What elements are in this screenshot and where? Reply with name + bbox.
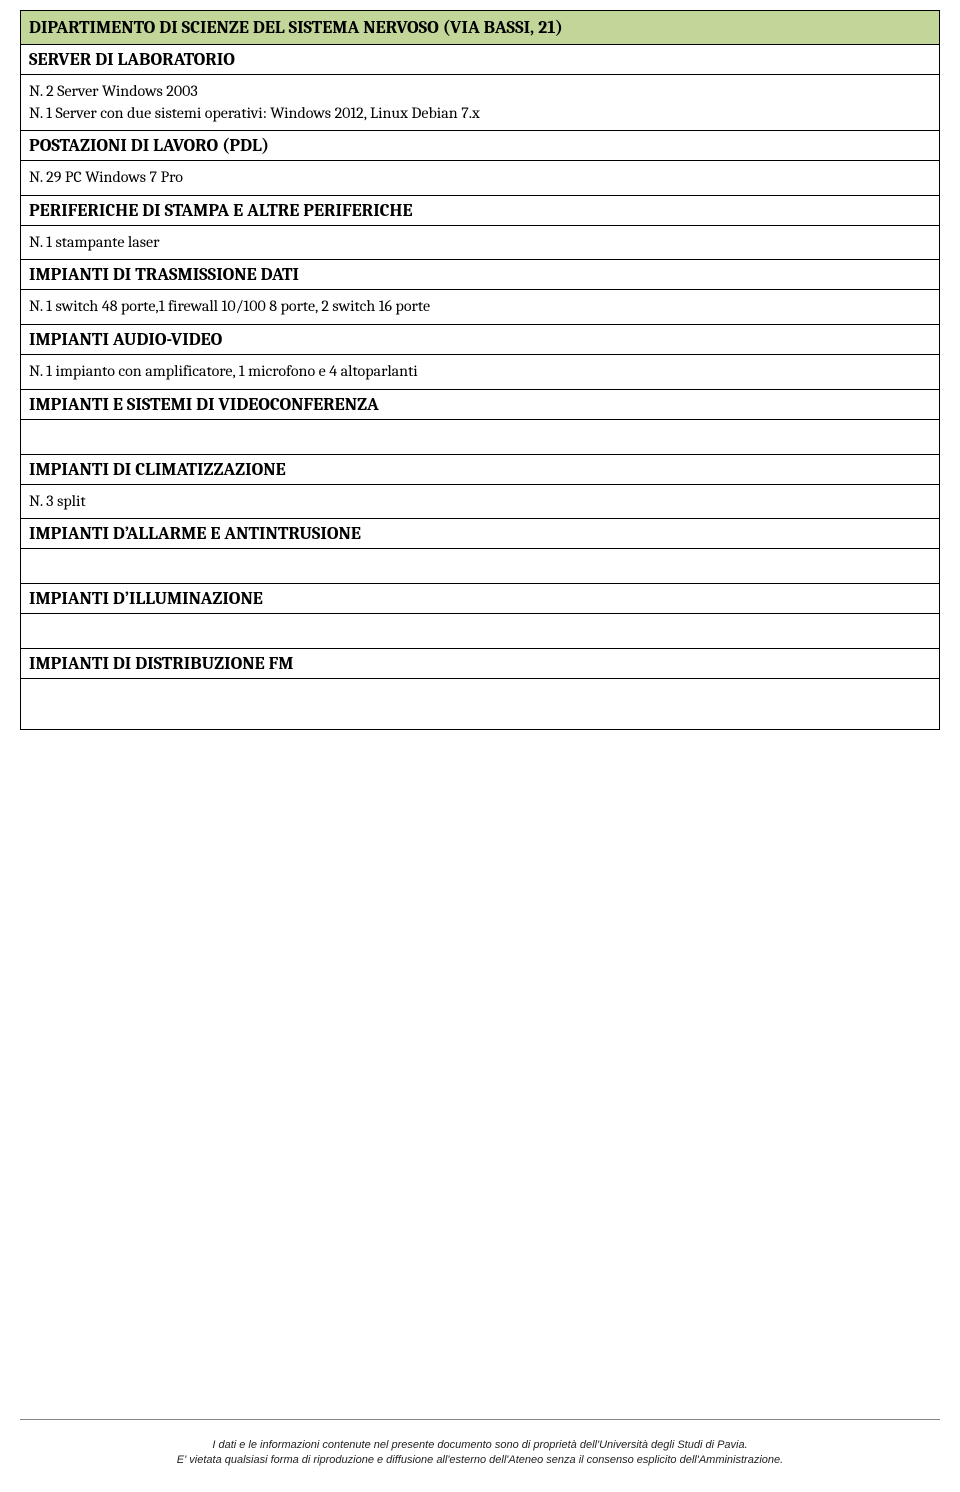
section-header-row: IMPIANTI DI DISTRIBUZIONE FM — [21, 648, 939, 678]
illuminazione-header: IMPIANTI D’ILLUMINAZIONE — [21, 584, 939, 613]
trasmissione-line1: N. 1 switch 48 porte,1 firewall 10/100 8… — [29, 296, 931, 318]
section-content-row: N. 29 PC Windows 7 Pro — [21, 160, 939, 195]
audiovideo-header: IMPIANTI AUDIO-VIDEO — [21, 325, 939, 354]
audiovideo-content: N. 1 impianto con amplificatore, 1 micro… — [21, 355, 939, 389]
section-header-row: IMPIANTI DI CLIMATIZZAZIONE — [21, 454, 939, 484]
section-header-row: SERVER DI LABORATORIO — [21, 44, 939, 74]
footer-divider — [20, 1419, 940, 1420]
clima-header: IMPIANTI DI CLIMATIZZAZIONE — [21, 455, 939, 484]
periferiche-content: N. 1 stampante laser — [21, 226, 939, 260]
section-header-row: POSTAZIONI DI LAVORO (PDL) — [21, 130, 939, 160]
videoconf-content — [21, 420, 939, 454]
trasmissione-content: N. 1 switch 48 porte,1 firewall 10/100 8… — [21, 290, 939, 324]
title-row: DIPARTIMENTO DI SCIENZE DEL SISTEMA NERV… — [21, 11, 939, 44]
audiovideo-line1: N. 1 impianto con amplificatore, 1 micro… — [29, 361, 931, 383]
server-lab-header: SERVER DI LABORATORIO — [21, 45, 939, 74]
section-content-row — [21, 678, 939, 729]
pdl-content: N. 29 PC Windows 7 Pro — [21, 161, 939, 195]
document-table: DIPARTIMENTO DI SCIENZE DEL SISTEMA NERV… — [20, 10, 940, 730]
section-content-row: N. 1 switch 48 porte,1 firewall 10/100 8… — [21, 289, 939, 324]
section-content-row: N. 2 Server Windows 2003 N. 1 Server con… — [21, 74, 939, 130]
section-header-row: IMPIANTI D’ALLARME E ANTINTRUSIONE — [21, 518, 939, 548]
server-lab-content: N. 2 Server Windows 2003 N. 1 Server con… — [21, 75, 939, 130]
section-header-row: IMPIANTI E SISTEMI DI VIDEOCONFERENZA — [21, 389, 939, 419]
periferiche-line1: N. 1 stampante laser — [29, 232, 931, 254]
fm-header: IMPIANTI DI DISTRIBUZIONE FM — [21, 649, 939, 678]
section-content-row — [21, 548, 939, 583]
footer-text: I dati e le informazioni contenute nel p… — [20, 1438, 940, 1468]
trasmissione-header: IMPIANTI DI TRASMISSIONE DATI — [21, 260, 939, 289]
section-content-row: N. 1 impianto con amplificatore, 1 micro… — [21, 354, 939, 389]
section-content-row: N. 3 split — [21, 484, 939, 519]
document-title: DIPARTIMENTO DI SCIENZE DEL SISTEMA NERV… — [21, 11, 939, 44]
document-page: DIPARTIMENTO DI SCIENZE DEL SISTEMA NERV… — [0, 0, 960, 1492]
footer-line1: I dati e le informazioni contenute nel p… — [20, 1438, 940, 1453]
clima-content: N. 3 split — [21, 485, 939, 519]
pdl-header: POSTAZIONI DI LAVORO (PDL) — [21, 131, 939, 160]
section-content-row: N. 1 stampante laser — [21, 225, 939, 260]
section-header-row: IMPIANTI AUDIO-VIDEO — [21, 324, 939, 354]
periferiche-header: PERIFERICHE DI STAMPA E ALTRE PERIFERICH… — [21, 196, 939, 225]
allarme-content — [21, 549, 939, 583]
pdl-line1: N. 29 PC Windows 7 Pro — [29, 167, 931, 189]
section-header-row: IMPIANTI D’ILLUMINAZIONE — [21, 583, 939, 613]
clima-line1: N. 3 split — [29, 491, 931, 513]
section-header-row: PERIFERICHE DI STAMPA E ALTRE PERIFERICH… — [21, 195, 939, 225]
fm-content — [21, 679, 939, 729]
illuminazione-content — [21, 614, 939, 648]
server-lab-line2: N. 1 Server con due sistemi operativi: W… — [29, 103, 931, 125]
section-header-row: IMPIANTI DI TRASMISSIONE DATI — [21, 259, 939, 289]
allarme-header: IMPIANTI D’ALLARME E ANTINTRUSIONE — [21, 519, 939, 548]
server-lab-line1: N. 2 Server Windows 2003 — [29, 81, 931, 103]
section-content-row — [21, 419, 939, 454]
footer-line2: E' vietata qualsiasi forma di riproduzio… — [20, 1453, 940, 1468]
videoconf-header: IMPIANTI E SISTEMI DI VIDEOCONFERENZA — [21, 390, 939, 419]
section-content-row — [21, 613, 939, 648]
